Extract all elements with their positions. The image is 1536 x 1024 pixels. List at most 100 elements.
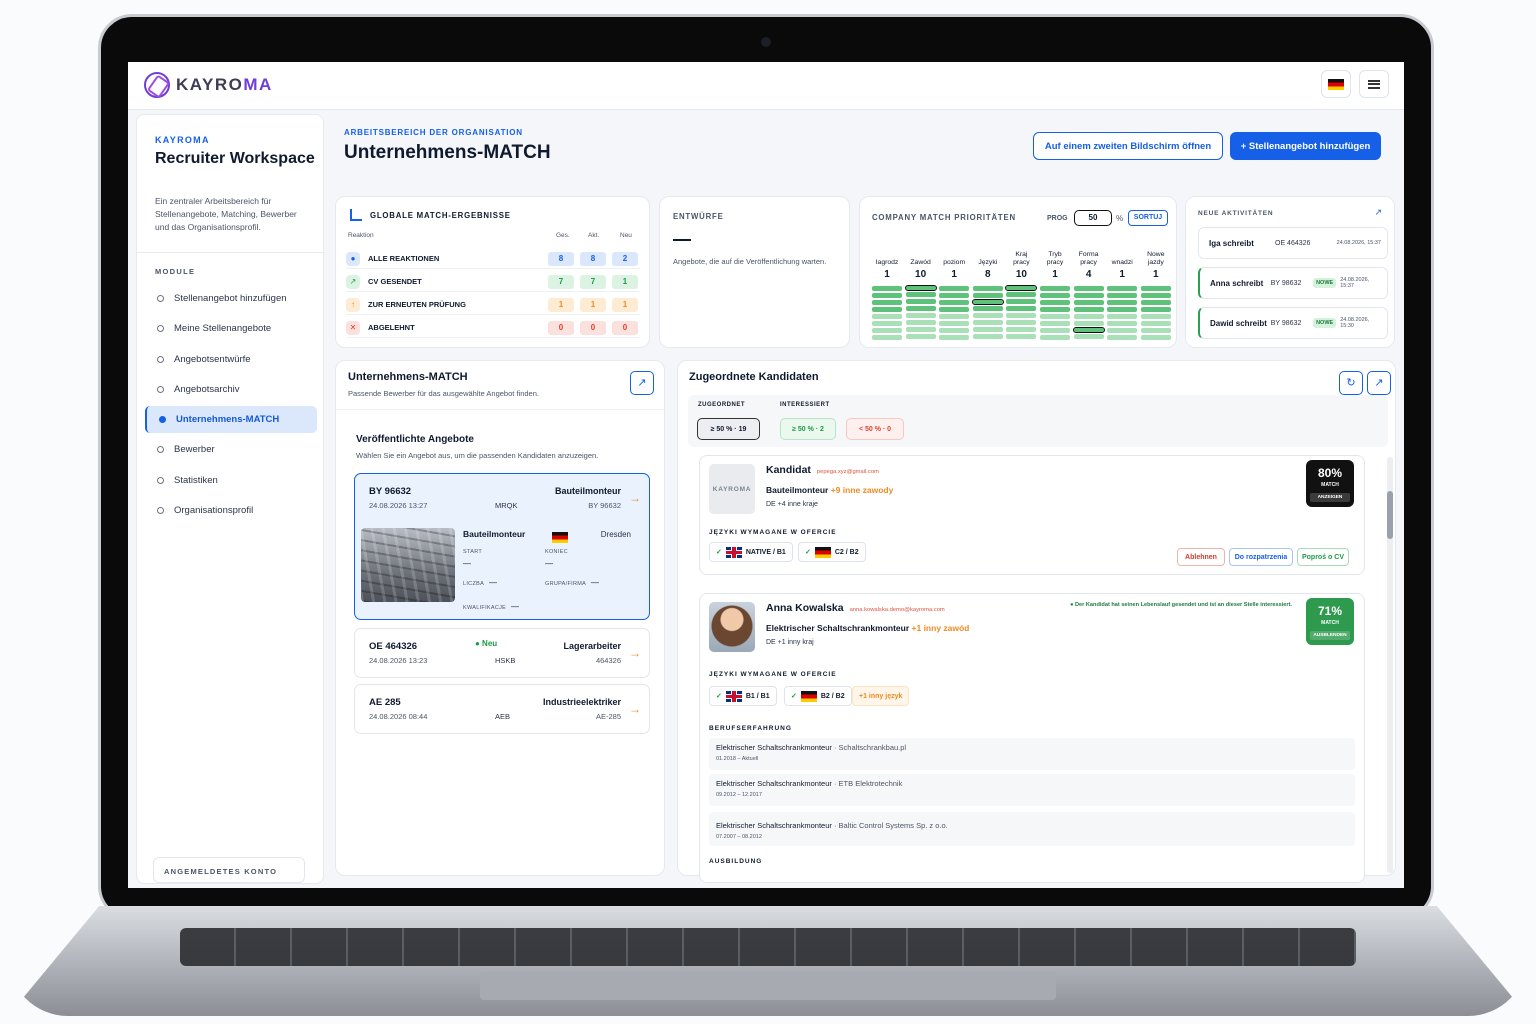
priority-level-bar[interactable] <box>905 313 936 318</box>
candidate-card[interactable]: KAYROMA Kandidat pepega.xyz@gmail.com Bau… <box>699 455 1365 575</box>
priority-level-bar[interactable] <box>1073 321 1104 326</box>
priority-level-bar[interactable] <box>1107 321 1138 326</box>
drafts-card[interactable]: ENTWÜRFE Angebote, die auf die Veröffent… <box>659 196 850 348</box>
priority-level-bar[interactable] <box>1107 300 1138 305</box>
priority-column[interactable]: Nowe jazdy 1 <box>1140 243 1171 342</box>
hide-button[interactable]: AUSBLENDEN <box>1310 631 1350 640</box>
priority-level-bar[interactable] <box>872 307 902 312</box>
logo[interactable]: KAYROMA <box>144 72 273 98</box>
priority-level-bar[interactable] <box>1040 300 1070 305</box>
offer-card[interactable]: OE 464326 24.08.2026 13:23 ● Neu HSKB La… <box>354 628 650 678</box>
priority-level-bar[interactable] <box>904 285 937 291</box>
sidebar-item-org-profile[interactable]: Organisationsprofil <box>145 497 317 524</box>
priority-level-bar[interactable] <box>872 314 902 319</box>
priority-level-bar[interactable] <box>1040 286 1070 291</box>
priority-level-bar[interactable] <box>1140 293 1171 298</box>
priority-level-bar[interactable] <box>1107 293 1138 298</box>
priority-level-bar[interactable] <box>972 327 1003 332</box>
priority-level-bar[interactable] <box>972 334 1003 339</box>
priority-level-bar[interactable] <box>1140 314 1171 319</box>
more-languages-chip[interactable]: +1 inny język <box>852 686 910 706</box>
priority-column[interactable]: wnadzi 1 <box>1107 243 1138 342</box>
priority-level-bar[interactable] <box>1005 285 1038 291</box>
account-button[interactable]: ANGEMELDETES KONTO <box>153 857 305 883</box>
priority-level-bar[interactable] <box>1006 334 1037 339</box>
filter-pill-interested-high[interactable]: ≥ 50 % · 2 <box>780 418 836 440</box>
priority-level-bar[interactable] <box>872 321 902 326</box>
filter-pill-interested-low[interactable]: < 50 % · 0 <box>846 418 904 440</box>
priority-level-bar[interactable] <box>1006 320 1037 325</box>
reject-button[interactable]: Ablehnen <box>1177 548 1225 566</box>
priority-level-bar[interactable] <box>1073 334 1104 339</box>
scrollbar[interactable] <box>1387 457 1393 873</box>
table-row[interactable]: ✕ ABGELEHNT 0 0 0 <box>346 318 640 338</box>
show-button[interactable]: ANZEIGEN <box>1310 493 1350 502</box>
priority-level-bar[interactable] <box>972 286 1003 291</box>
priority-level-bar[interactable] <box>905 292 936 297</box>
prog-input[interactable]: 50 <box>1074 210 1112 226</box>
activity-item[interactable]: Anna schreibt BY 98632 NOWE 24.08.2026, … <box>1198 267 1388 299</box>
external-link-icon[interactable]: ↗ <box>1374 207 1382 218</box>
priority-level-bar[interactable] <box>972 313 1003 318</box>
priority-level-bar[interactable] <box>1006 313 1037 318</box>
priority-level-bar[interactable] <box>1040 335 1070 340</box>
priority-level-bar[interactable] <box>1073 307 1104 312</box>
priority-level-bar[interactable] <box>1040 307 1070 312</box>
priority-level-bar[interactable] <box>1107 335 1138 340</box>
priority-level-bar[interactable] <box>1140 321 1171 326</box>
priority-level-bar[interactable] <box>872 293 902 298</box>
candidate-card[interactable]: Anna Kowalska anna.kowalska.demo@kayroma.… <box>699 593 1365 883</box>
priority-level-bar[interactable] <box>905 320 936 325</box>
priority-level-bar[interactable] <box>872 328 902 333</box>
priority-level-bar[interactable] <box>939 300 970 305</box>
priority-level-bar[interactable] <box>872 335 902 340</box>
refresh-button[interactable]: ↻ <box>1339 371 1363 395</box>
priority-level-bar[interactable] <box>972 293 1003 298</box>
priority-column[interactable]: Zawód 10 <box>904 243 937 341</box>
priority-level-bar[interactable] <box>1006 327 1037 332</box>
sidebar-item-company-match[interactable]: Unternehmens-MATCH <box>145 406 317 434</box>
priority-level-bar[interactable] <box>1072 327 1105 333</box>
activity-item[interactable]: Dawid schreibt BY 98632 NOWE 24.08.2026,… <box>1198 307 1388 339</box>
priority-level-bar[interactable] <box>1107 286 1138 291</box>
filter-pill-assigned[interactable]: ≥ 50 % · 19 <box>697 418 760 440</box>
priority-level-bar[interactable] <box>939 314 970 319</box>
second-screen-button[interactable]: Auf einem zweiten Bildschirm öffnen <box>1033 132 1223 160</box>
priority-level-bar[interactable] <box>1107 307 1138 312</box>
priority-level-bar[interactable] <box>1006 306 1037 311</box>
priority-column[interactable]: poziom 1 <box>939 243 970 342</box>
sidebar-item-statistics[interactable]: Statistiken <box>145 467 317 494</box>
match-score[interactable]: 80% MATCH ANZEIGEN <box>1306 460 1354 507</box>
priority-level-bar[interactable] <box>939 307 970 312</box>
priority-level-bar[interactable] <box>905 299 936 304</box>
sidebar-item-drafts[interactable]: Angebotsentwürfe <box>145 346 317 373</box>
priority-column[interactable]: Tryb pracy 1 <box>1040 243 1070 342</box>
activity-item[interactable]: Iga schreibt OE 464326 24.08.2026, 15:37 <box>1198 227 1388 259</box>
priority-level-bar[interactable] <box>971 299 1004 305</box>
table-row[interactable]: ● ALLE REAKTIONEN 8 8 2 <box>346 249 640 269</box>
menu-button[interactable] <box>1359 70 1389 98</box>
priority-level-bar[interactable] <box>939 286 970 291</box>
priority-level-bar[interactable] <box>1140 286 1171 291</box>
priority-level-bar[interactable] <box>905 306 936 311</box>
offer-card[interactable]: AE 285 24.08.2026 08:44 AEB Industrieele… <box>354 684 650 734</box>
expand-button[interactable]: ↗ <box>1367 371 1391 395</box>
priority-level-bar[interactable] <box>1107 314 1138 319</box>
priority-level-bar[interactable] <box>872 286 902 291</box>
priority-level-bar[interactable] <box>1107 328 1138 333</box>
priority-column[interactable]: Forma pracy 4 <box>1072 243 1105 341</box>
priority-level-bar[interactable] <box>1040 321 1070 326</box>
sidebar-item-my-offers[interactable]: Meine Stellenangebote <box>145 315 317 342</box>
table-row[interactable]: ↑ ZUR ERNEUTEN PRÜFUNG 1 1 1 <box>346 295 640 315</box>
priority-level-bar[interactable] <box>1073 314 1104 319</box>
priority-level-bar[interactable] <box>1006 299 1037 304</box>
priority-level-bar[interactable] <box>1040 328 1070 333</box>
sort-button[interactable]: SORTUJ <box>1128 210 1168 226</box>
priority-column[interactable]: Iagrodz 1 <box>872 243 902 342</box>
consider-button[interactable]: Do rozpatrzenia <box>1229 548 1293 566</box>
request-cv-button[interactable]: Poproś o CV <box>1297 548 1349 566</box>
priority-level-bar[interactable] <box>939 328 970 333</box>
priority-level-bar[interactable] <box>1073 286 1104 291</box>
expand-button[interactable]: ↗ <box>630 371 654 395</box>
priority-level-bar[interactable] <box>972 306 1003 311</box>
